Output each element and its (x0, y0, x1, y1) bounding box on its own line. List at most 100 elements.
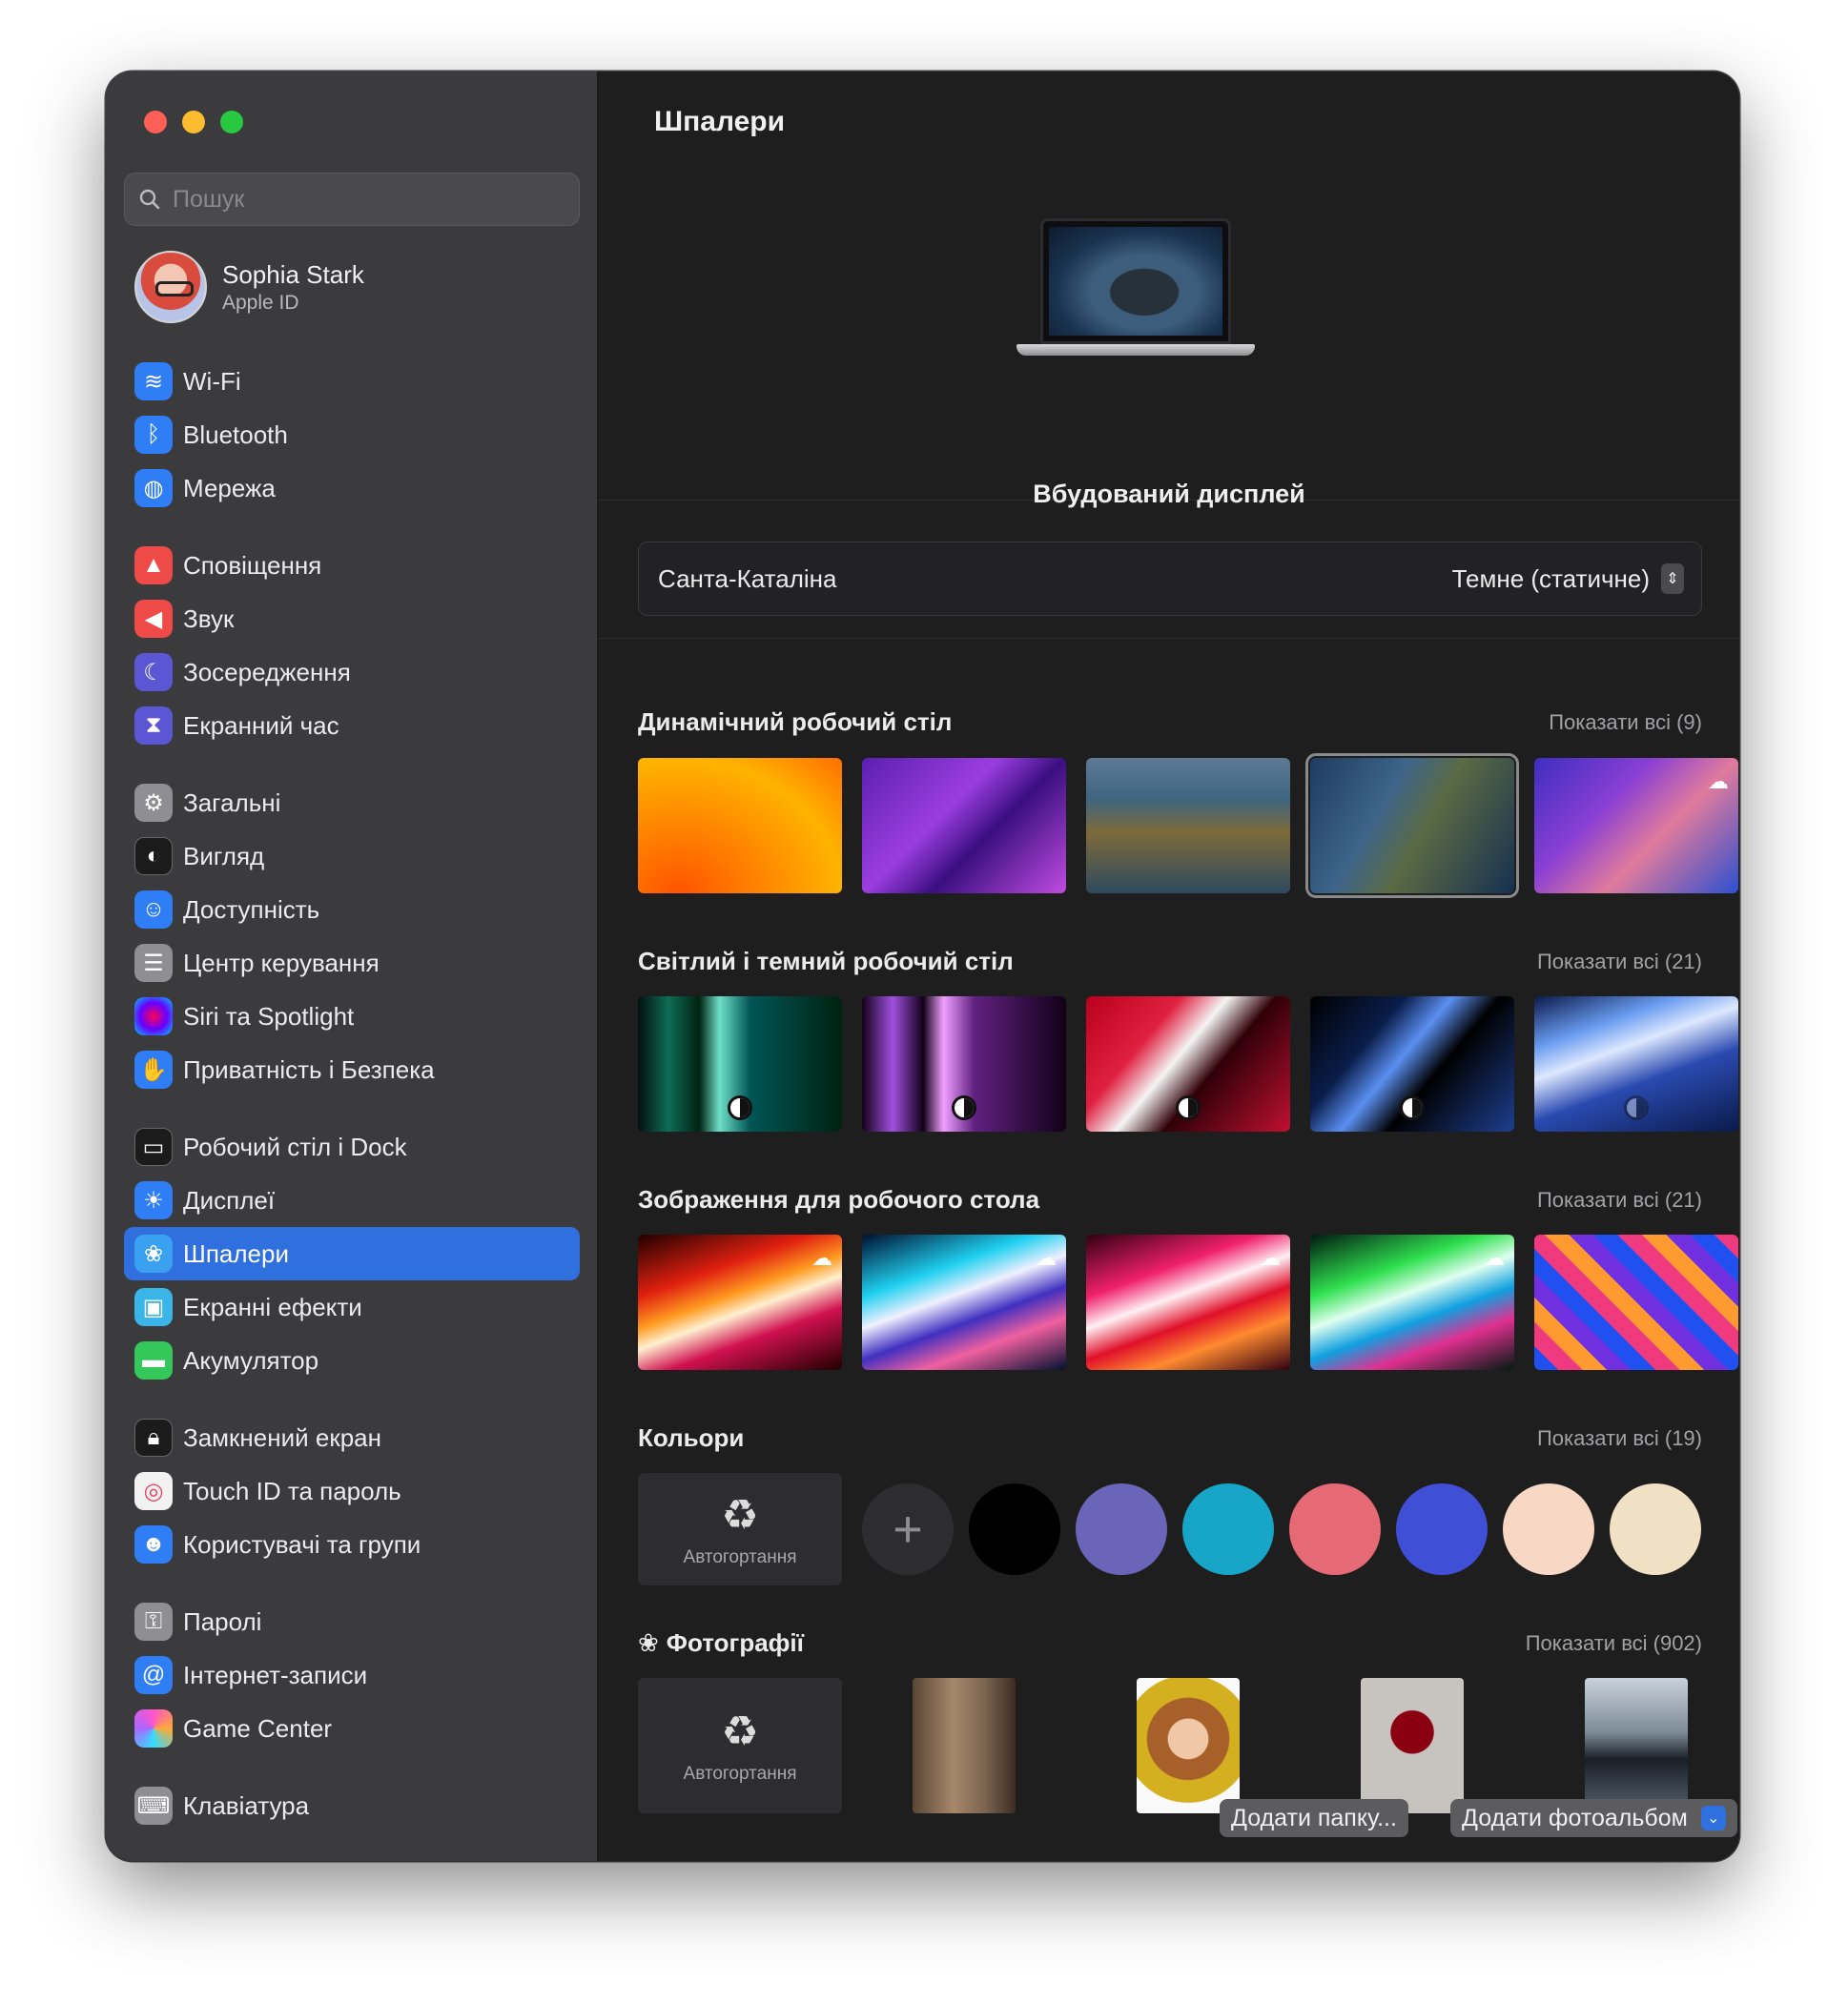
add-color-button[interactable]: + (862, 1483, 954, 1575)
sidebar-item-focus[interactable]: ☾ Зосередження (124, 645, 580, 699)
wallpaper-thumb[interactable]: ☁ (862, 1235, 1066, 1370)
show-all-button[interactable]: Показати всі (9) (1549, 710, 1702, 735)
appearance-icon (1624, 1095, 1649, 1120)
sidebar-item-accessibility[interactable]: ☺ Доступність (124, 883, 580, 936)
battery-icon: ▬ (134, 1341, 173, 1380)
sidebar-item-sound[interactable]: ◀ Звук (124, 592, 580, 645)
show-all-button[interactable]: Показати всі (902) (1526, 1631, 1702, 1656)
wallpaper-thumb[interactable] (1534, 996, 1738, 1132)
apple-id-profile[interactable]: Sophia Stark Apple ID (134, 251, 364, 323)
sidebar-item-keyboard[interactable]: ⌨ Клавіатура (124, 1779, 580, 1832)
sidebar-item-control-center[interactable]: ☰ Центр керування (124, 936, 580, 990)
photos-row: ♻ Автогортання (638, 1678, 1738, 1813)
section-dynamic: Динамічний робочий стіл Показати всі (9) (638, 707, 1702, 737)
auto-rotate-label: Автогортання (683, 1546, 797, 1567)
appearance-icon (952, 1095, 976, 1120)
laptop-preview[interactable] (1016, 218, 1255, 356)
color-swatch[interactable] (1289, 1483, 1381, 1575)
photo-thumb[interactable] (913, 1678, 1016, 1813)
show-all-button[interactable]: Показати всі (21) (1537, 950, 1702, 974)
chevron-down-icon[interactable]: ⌄ (1700, 1806, 1726, 1830)
at-icon: @ (134, 1656, 173, 1694)
appearance-mode-select[interactable]: Темне (статичне) ⇕ (1452, 563, 1684, 594)
search-icon (139, 189, 160, 210)
color-swatch[interactable] (1396, 1483, 1488, 1575)
sidebar-item-touch-id[interactable]: ◎ Touch ID та пароль (124, 1464, 580, 1518)
sidebar-item-bluetooth[interactable]: ᛒ Bluetooth (124, 408, 580, 461)
wallpaper-thumb[interactable] (1310, 996, 1514, 1132)
search-input[interactable]: Пошук (124, 173, 580, 226)
sun-icon: ☀ (134, 1181, 173, 1219)
color-swatch[interactable] (1610, 1483, 1701, 1575)
sidebar-item-battery[interactable]: ▬ Акумулятор (124, 1334, 580, 1387)
wifi-icon: ≋ (134, 362, 173, 400)
hand-icon: ✋ (134, 1051, 173, 1089)
close-button[interactable] (144, 111, 167, 133)
sidebar-item-users[interactable]: ☻ Користувачі та групи (124, 1518, 580, 1571)
section-title: Зображення для робочого стола (638, 1185, 1040, 1214)
accessibility-icon: ☺ (134, 890, 173, 929)
profile-name: Sophia Stark (222, 259, 364, 289)
sidebar-item-lock-screen[interactable]: 🔒︎ Замкнений екран (124, 1411, 580, 1464)
sidebar-item-passwords[interactable]: ⚿ Паролі (124, 1595, 580, 1648)
wallpaper-thumb[interactable]: ☁ (1310, 1235, 1514, 1370)
sidebar-item-notifications[interactable]: ▲ Сповіщення (124, 539, 580, 592)
photo-thumb[interactable] (1137, 1678, 1240, 1813)
add-folder-label: Додати папку... (1231, 1804, 1397, 1831)
show-all-button[interactable]: Показати всі (21) (1537, 1188, 1702, 1213)
wallpaper-thumb-selected[interactable] (1305, 753, 1519, 898)
add-folder-button[interactable]: Додати папку... (1220, 1799, 1408, 1837)
current-wallpaper-name: Санта-Каталіна (658, 563, 837, 593)
photos-flower-icon: ❀ (638, 1628, 659, 1657)
wallpaper-thumb[interactable] (638, 758, 842, 893)
wallpaper-thumb[interactable] (638, 996, 842, 1132)
sidebar-item-wifi[interactable]: ≋ Wi-Fi (124, 355, 580, 408)
wallpaper-thumb[interactable] (1534, 1235, 1738, 1370)
sidebar-item-screensaver[interactable]: ▣ Екранні ефекти (124, 1280, 580, 1334)
wallpaper-thumb[interactable]: ☁ (1534, 758, 1738, 893)
sidebar-item-wallpaper[interactable]: ❀ Шпалери (124, 1227, 580, 1280)
section-light-dark: Світлий і темний робочий стіл Показати в… (638, 947, 1702, 976)
color-swatch[interactable] (1076, 1483, 1167, 1575)
color-swatch[interactable] (969, 1483, 1060, 1575)
add-album-button[interactable]: Додати фотоальбом ⌄ (1450, 1799, 1737, 1837)
sidebar-item-screen-time[interactable]: ⧗ Екранний час (124, 699, 580, 752)
wallpaper-thumb[interactable] (862, 758, 1066, 893)
globe-icon: ◍ (134, 469, 173, 507)
auto-rotate-photos[interactable]: ♻ Автогортання (638, 1678, 842, 1813)
sidebar-item-displays[interactable]: ☀ Дисплеї (124, 1174, 580, 1227)
light-dark-wallpaper-row (638, 996, 1738, 1132)
color-swatch[interactable] (1182, 1483, 1274, 1575)
wallpaper-thumb[interactable] (1086, 758, 1290, 893)
photo-thumb[interactable] (1361, 1678, 1464, 1813)
page-title: Шпалери (654, 106, 786, 137)
auto-rotate-colors[interactable]: ♻ Автогортання (638, 1473, 842, 1585)
keyboard-icon: ⌨ (134, 1787, 173, 1825)
sidebar-item-appearance[interactable]: ◐ Вигляд (124, 829, 580, 883)
sidebar-item-network[interactable]: ◍ Мережа (124, 461, 580, 515)
siri-icon (134, 997, 173, 1035)
sidebar-item-privacy[interactable]: ✋ Приватність і Безпека (124, 1043, 580, 1096)
appearance-icon (1176, 1095, 1201, 1120)
sidebar-item-internet-accounts[interactable]: @ Інтернет-записи (124, 1648, 580, 1702)
photo-thumb[interactable] (1585, 1678, 1688, 1813)
hourglass-icon: ⧗ (134, 706, 173, 745)
show-all-button[interactable]: Показати всі (19) (1537, 1426, 1702, 1451)
zoom-button[interactable] (220, 111, 243, 133)
section-title: Кольори (638, 1423, 745, 1452)
sidebar-item-siri[interactable]: Siri та Spotlight (124, 990, 580, 1043)
minimize-button[interactable] (182, 111, 205, 133)
avatar (134, 251, 207, 323)
shuffle-icon: ♻ (721, 1707, 759, 1755)
wallpaper-thumb[interactable]: ☁ (638, 1235, 842, 1370)
auto-rotate-label: Автогортання (683, 1763, 797, 1784)
wallpaper-thumb[interactable]: ☁ (1086, 1235, 1290, 1370)
section-photos: ❀ Фотографії Показати всі (902) (638, 1628, 1702, 1658)
sidebar-item-general[interactable]: ⚙ Загальні (124, 776, 580, 829)
wallpaper-thumb[interactable] (862, 996, 1066, 1132)
sidebar-item-desktop-dock[interactable]: ▭ Робочий стіл і Dock (124, 1120, 580, 1174)
wallpaper-thumb[interactable] (1086, 996, 1290, 1132)
color-swatch[interactable] (1503, 1483, 1594, 1575)
sidebar-item-game-center[interactable]: Game Center (124, 1702, 580, 1755)
section-title: Світлий і темний робочий стіл (638, 947, 1014, 975)
